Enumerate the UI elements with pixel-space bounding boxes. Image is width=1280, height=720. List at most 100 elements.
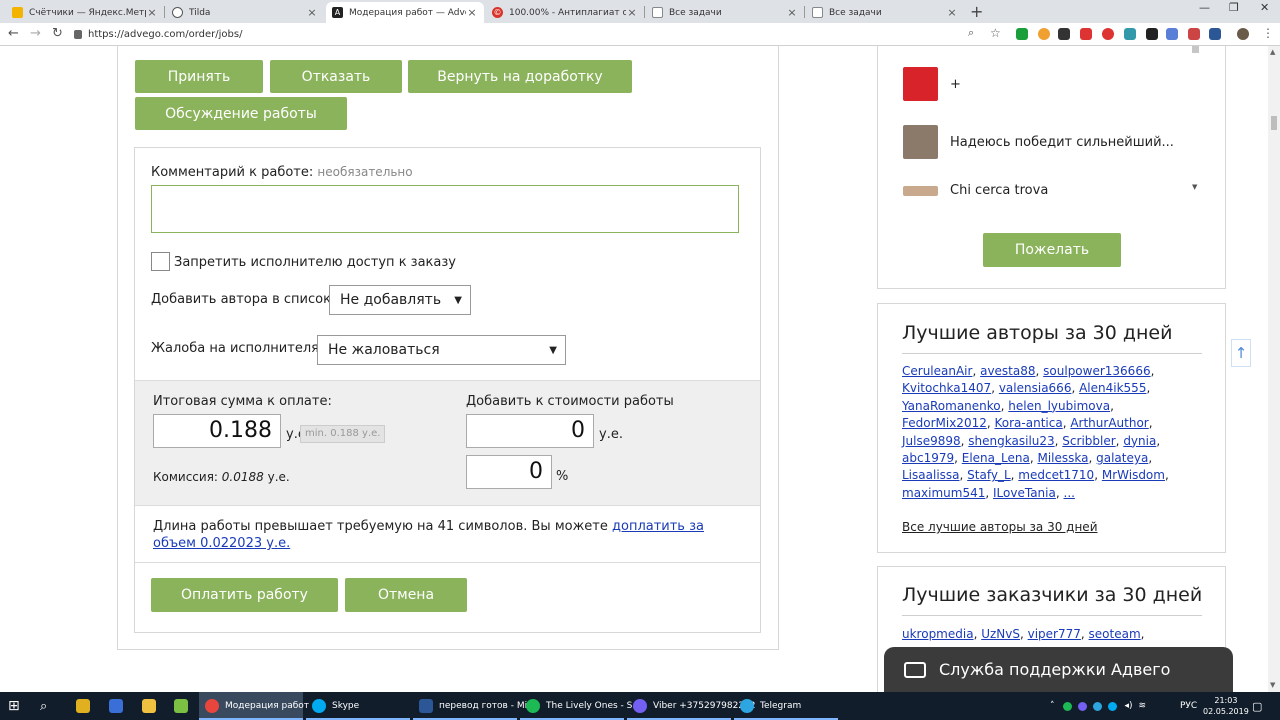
tab-advego-moderation[interactable]: A Модерация работ — Advego.co × xyxy=(326,2,484,23)
forward-arrow-icon[interactable]: → xyxy=(30,26,41,41)
close-icon[interactable]: × xyxy=(306,6,318,19)
scroll-down-icon[interactable]: ▼ xyxy=(1270,681,1275,689)
notification-icon[interactable]: ▢ xyxy=(1252,692,1262,720)
wishes-scrollbar[interactable]: ▼ xyxy=(1191,46,1201,193)
search-icon[interactable]: ⌕ xyxy=(40,692,47,720)
user-link[interactable]: UzNvS xyxy=(981,627,1020,641)
user-link[interactable]: Scribbler xyxy=(1062,434,1115,448)
close-icon[interactable]: × xyxy=(146,6,158,19)
tray-icon[interactable] xyxy=(1062,701,1072,711)
user-link[interactable]: Julse9898 xyxy=(902,434,961,448)
user-link[interactable]: MrWisdom xyxy=(1102,468,1165,482)
extension-icon[interactable] xyxy=(1209,28,1221,40)
scroll-to-top-button[interactable]: ↑ xyxy=(1231,339,1251,367)
start-windows-icon[interactable]: ⊞ xyxy=(8,692,20,720)
extension-icon[interactable] xyxy=(1102,28,1114,40)
user-link[interactable]: Kora-antica xyxy=(995,416,1063,430)
page-scrollbar[interactable]: ▲ ▼ xyxy=(1268,46,1280,692)
complaint-select[interactable]: Не жаловаться ▼ xyxy=(317,335,566,365)
close-icon[interactable]: × xyxy=(626,6,638,19)
user-link[interactable]: galateya xyxy=(1096,451,1148,465)
user-link[interactable]: dynia xyxy=(1123,434,1156,448)
user-link[interactable]: valensia666 xyxy=(999,381,1072,395)
user-link[interactable]: ukropmedia xyxy=(902,627,974,641)
user-link[interactable]: maximum541 xyxy=(902,486,985,500)
list-item[interactable]: Chi cerca trova xyxy=(903,183,1048,198)
taskbar-word[interactable]: перевод готов - Mi... xyxy=(413,692,536,720)
taskbar-app-icon[interactable] xyxy=(168,692,194,720)
user-link[interactable]: shengkasilu23 xyxy=(968,434,1054,448)
chevron-up-icon[interactable]: ˄ xyxy=(1050,701,1055,711)
extension-icon[interactable] xyxy=(1058,28,1070,40)
reject-button[interactable]: Отказать xyxy=(270,60,402,93)
wish-button[interactable]: Пожелать xyxy=(983,233,1121,267)
list-item[interactable]: Надеюсь победит сильнейший... xyxy=(903,125,1174,159)
user-link[interactable]: seoteam xyxy=(1089,627,1141,641)
minimize-icon[interactable]: — xyxy=(1199,1,1210,14)
user-link[interactable]: ArthurAuthor xyxy=(1070,416,1148,430)
user-link[interactable]: Alen4ik555 xyxy=(1079,381,1146,395)
maximize-icon[interactable]: ❐ xyxy=(1229,1,1239,14)
taskbar-app-icon[interactable] xyxy=(136,692,162,720)
reload-icon[interactable]: ↻ xyxy=(52,26,63,41)
user-link[interactable]: Milesska xyxy=(1037,451,1088,465)
language-indicator[interactable]: РУС xyxy=(1180,692,1197,720)
extension-icon[interactable] xyxy=(1038,28,1050,40)
pay-work-button[interactable]: Оплатить работу xyxy=(151,578,338,612)
user-link[interactable]: Lisaalissa xyxy=(902,468,960,482)
new-tab-button[interactable]: + xyxy=(970,2,983,21)
scroll-up-icon[interactable]: ▲ xyxy=(1270,48,1275,56)
clock[interactable]: 21:03 02.05.2019 xyxy=(1203,692,1249,720)
tray-icon[interactable] xyxy=(1077,701,1087,711)
extension-icon[interactable] xyxy=(1124,28,1136,40)
scrollbar-thumb[interactable] xyxy=(1271,116,1277,130)
back-arrow-icon[interactable]: ← xyxy=(8,26,19,41)
user-link[interactable]: Elena_Lena xyxy=(962,451,1030,465)
tab-yandex-metrika[interactable]: Счётчики — Яндекс.Метрика × xyxy=(6,2,164,23)
discuss-work-button[interactable]: Обсуждение работы xyxy=(135,97,347,130)
extension-icon[interactable] xyxy=(1146,28,1158,40)
close-icon[interactable]: × xyxy=(946,6,958,19)
user-link[interactable]: FedorMix2012 xyxy=(902,416,987,430)
extension-icon[interactable] xyxy=(1080,28,1092,40)
user-link[interactable]: soulpower136666 xyxy=(1043,364,1150,378)
taskbar-viber[interactable]: Viber +375297982222 xyxy=(627,692,756,720)
user-link[interactable]: CeruleanAir xyxy=(902,364,972,378)
extension-icon[interactable] xyxy=(1188,28,1200,40)
close-icon[interactable]: × xyxy=(466,6,478,19)
user-link[interactable]: Stafy_L xyxy=(967,468,1010,482)
user-link[interactable]: viper777 xyxy=(1028,627,1081,641)
address-bar[interactable]: https://advego.com/order/jobs/ xyxy=(74,25,1010,44)
user-link[interactable]: abc1979 xyxy=(902,451,954,465)
taskbar-app-icon[interactable] xyxy=(70,692,96,720)
taskbar-chrome[interactable]: Модерация работ ... xyxy=(199,692,320,720)
ban-access-checkbox[interactable] xyxy=(151,252,170,271)
taskbar-spotify[interactable]: The Lively Ones - S... xyxy=(520,692,641,720)
taskbar-telegram[interactable]: Telegram xyxy=(734,692,838,720)
user-link[interactable]: YanaRomanenko xyxy=(902,399,1001,413)
tab-all-tasks-2[interactable]: Все задачи × xyxy=(806,2,964,23)
add-cost-input[interactable]: 0 xyxy=(466,414,594,448)
add-percent-input[interactable]: 0 xyxy=(466,455,552,489)
tray-icon[interactable] xyxy=(1092,701,1102,711)
accept-button[interactable]: Принять xyxy=(135,60,263,93)
taskbar-skype[interactable]: Skype xyxy=(306,692,410,720)
close-window-icon[interactable]: ✕ xyxy=(1260,1,1269,14)
extension-icon[interactable] xyxy=(1166,28,1178,40)
user-link[interactable]: ... xyxy=(1064,486,1075,500)
extension-icon[interactable] xyxy=(1016,28,1028,40)
wifi-icon[interactable]: ≋ xyxy=(1139,701,1147,711)
tray-icon[interactable] xyxy=(1107,701,1117,711)
user-link[interactable]: ILoveTania xyxy=(993,486,1056,500)
tab-all-tasks-1[interactable]: Все задачи × xyxy=(646,2,804,23)
user-link[interactable]: medcet1710 xyxy=(1018,468,1094,482)
volume-icon[interactable]: ◂) xyxy=(1125,701,1133,711)
comment-textarea[interactable] xyxy=(151,185,739,233)
tray-icons[interactable]: ˄ ◂) ≋ xyxy=(1050,692,1146,720)
close-icon[interactable]: × xyxy=(786,6,798,19)
support-widget[interactable]: Служба поддержки Адвего xyxy=(884,647,1233,692)
tab-antiplagiat[interactable]: © 100.00% - Антиплагиат онлайн × xyxy=(486,2,644,23)
taskbar-app-icon[interactable] xyxy=(103,692,129,720)
user-link[interactable]: avesta88 xyxy=(980,364,1035,378)
zoom-icon[interactable]: ⌕ xyxy=(968,26,974,40)
